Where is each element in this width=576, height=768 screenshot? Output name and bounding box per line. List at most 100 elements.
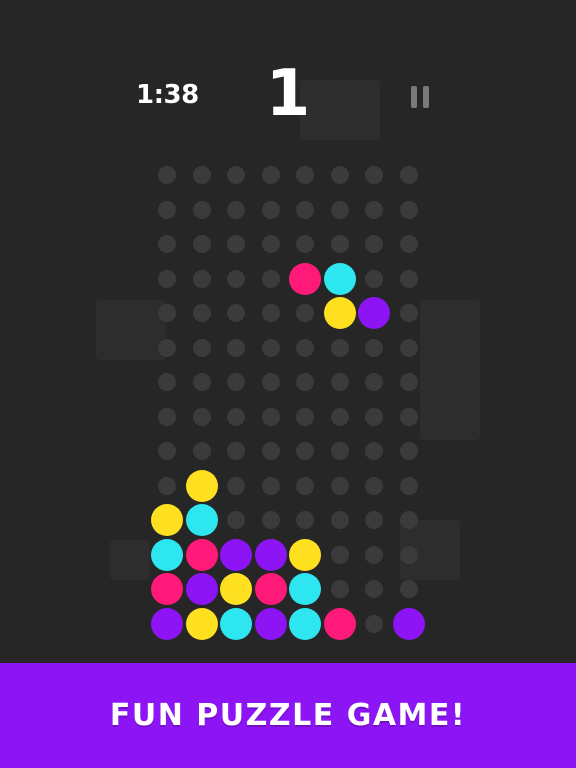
empty-slot bbox=[227, 407, 245, 426]
ball-magenta bbox=[289, 262, 321, 295]
empty-slot bbox=[399, 269, 418, 288]
empty-slot bbox=[365, 373, 383, 391]
empty-slot bbox=[192, 304, 211, 322]
empty-slot bbox=[365, 580, 383, 598]
ball-purple bbox=[254, 538, 287, 571]
timer: 1:38 bbox=[136, 80, 199, 110]
ball-purple bbox=[254, 607, 287, 640]
ball-purple bbox=[392, 607, 425, 640]
empty-slot bbox=[365, 338, 383, 357]
empty-slot bbox=[330, 476, 349, 495]
empty-slot bbox=[192, 166, 211, 184]
empty-slot bbox=[399, 373, 418, 391]
empty-slot bbox=[399, 545, 418, 564]
empty-slot bbox=[296, 373, 314, 391]
empty-slot bbox=[261, 338, 280, 357]
empty-slot bbox=[365, 614, 383, 633]
empty-slot bbox=[296, 166, 314, 184]
empty-slot bbox=[261, 511, 280, 529]
empty-slot bbox=[227, 200, 245, 219]
empty-slot bbox=[330, 442, 349, 460]
empty-slot bbox=[365, 442, 383, 460]
ball-yellow bbox=[185, 469, 218, 502]
empty-slot bbox=[192, 338, 211, 357]
ball-magenta bbox=[323, 607, 356, 640]
ball-yellow bbox=[151, 504, 183, 536]
empty-slot bbox=[158, 200, 176, 219]
empty-slot bbox=[261, 373, 280, 391]
empty-slot bbox=[158, 304, 176, 322]
ball-cyan bbox=[323, 262, 356, 295]
empty-slot bbox=[227, 166, 245, 184]
pause-button[interactable] bbox=[405, 83, 435, 111]
empty-slot bbox=[330, 407, 349, 426]
empty-slot bbox=[261, 304, 280, 322]
ball-yellow bbox=[220, 573, 252, 605]
empty-slot bbox=[192, 407, 211, 426]
empty-slot bbox=[261, 200, 280, 219]
banner-text: FUN PUZZLE GAME! bbox=[109, 698, 467, 733]
background-tile bbox=[420, 360, 480, 440]
empty-slot bbox=[192, 269, 211, 288]
ball-purple bbox=[185, 573, 218, 605]
empty-slot bbox=[330, 235, 349, 253]
empty-slot bbox=[227, 304, 245, 322]
empty-slot bbox=[261, 407, 280, 426]
empty-slot bbox=[261, 269, 280, 288]
empty-slot bbox=[399, 442, 418, 460]
empty-slot bbox=[158, 269, 176, 288]
empty-slot bbox=[296, 304, 314, 322]
empty-slot bbox=[296, 200, 314, 219]
score: 1 bbox=[265, 57, 311, 131]
ball-purple bbox=[358, 297, 390, 329]
empty-slot bbox=[158, 373, 176, 391]
empty-slot bbox=[399, 338, 418, 357]
empty-slot bbox=[365, 476, 383, 495]
empty-slot bbox=[227, 269, 245, 288]
empty-slot bbox=[261, 476, 280, 495]
empty-slot bbox=[296, 511, 314, 529]
empty-slot bbox=[192, 373, 211, 391]
empty-slot bbox=[330, 545, 349, 564]
empty-slot bbox=[399, 476, 418, 495]
empty-slot bbox=[158, 476, 176, 495]
empty-slot bbox=[399, 200, 418, 219]
empty-slot bbox=[227, 442, 245, 460]
empty-slot bbox=[227, 511, 245, 529]
ball-yellow bbox=[323, 297, 356, 329]
ball-purple bbox=[220, 538, 252, 571]
empty-slot bbox=[261, 442, 280, 460]
empty-slot bbox=[227, 338, 245, 357]
empty-slot bbox=[330, 373, 349, 391]
empty-slot bbox=[365, 200, 383, 219]
empty-slot bbox=[399, 407, 418, 426]
empty-slot bbox=[365, 166, 383, 184]
empty-slot bbox=[399, 580, 418, 598]
ball-cyan bbox=[220, 607, 252, 640]
ball-purple bbox=[151, 607, 183, 640]
empty-slot bbox=[330, 338, 349, 357]
empty-slot bbox=[296, 407, 314, 426]
empty-slot bbox=[399, 511, 418, 529]
empty-slot bbox=[399, 166, 418, 184]
ball-cyan bbox=[151, 538, 183, 571]
game-board[interactable] bbox=[150, 158, 426, 640]
empty-slot bbox=[330, 166, 349, 184]
empty-slot bbox=[227, 476, 245, 495]
background-tile bbox=[110, 540, 150, 580]
empty-slot bbox=[365, 511, 383, 529]
empty-slot bbox=[192, 442, 211, 460]
empty-slot bbox=[330, 580, 349, 598]
ball-cyan bbox=[185, 504, 218, 536]
empty-slot bbox=[365, 269, 383, 288]
ball-cyan bbox=[289, 573, 321, 605]
empty-slot bbox=[158, 338, 176, 357]
empty-slot bbox=[261, 166, 280, 184]
empty-slot bbox=[365, 545, 383, 564]
ball-cyan bbox=[289, 607, 321, 640]
ball-magenta bbox=[185, 538, 218, 571]
empty-slot bbox=[192, 200, 211, 219]
ball-magenta bbox=[254, 573, 287, 605]
empty-slot bbox=[158, 235, 176, 253]
empty-slot bbox=[330, 200, 349, 219]
